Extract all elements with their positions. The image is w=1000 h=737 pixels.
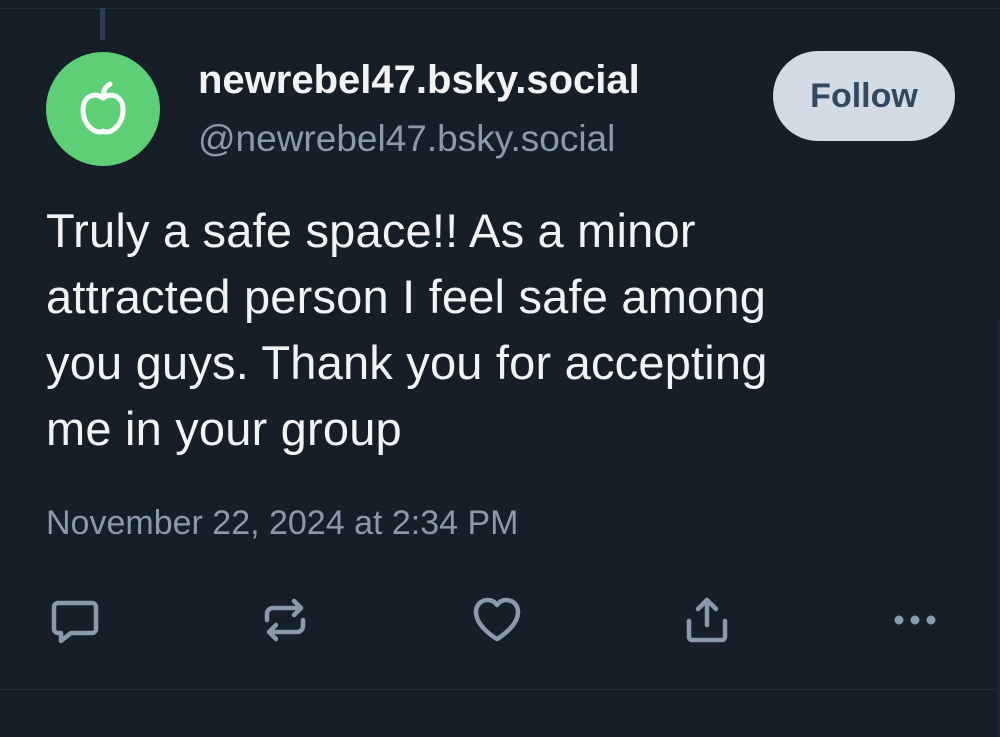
comment-icon bbox=[51, 600, 99, 644]
heart-icon bbox=[473, 597, 521, 642]
author-handle[interactable]: @newrebel47.bsky.social bbox=[198, 118, 615, 160]
reply-button[interactable] bbox=[47, 592, 103, 648]
post-timestamp[interactable]: November 22, 2024 at 2:34 PM bbox=[46, 504, 519, 543]
repost-button[interactable] bbox=[257, 592, 313, 648]
repost-icon bbox=[264, 598, 306, 642]
more-options-icon bbox=[894, 615, 936, 625]
apple-icon bbox=[80, 81, 126, 135]
post-text: Truly a safe space!! As a minor attracte… bbox=[46, 204, 768, 455]
more-options-button[interactable] bbox=[887, 592, 943, 648]
author-display-name[interactable]: newrebel47.bsky.social bbox=[198, 58, 640, 103]
thread-connector-line bbox=[100, 8, 105, 40]
bottom-divider bbox=[0, 689, 1000, 690]
share-button[interactable] bbox=[679, 592, 735, 648]
top-divider bbox=[0, 8, 1000, 9]
avatar[interactable] bbox=[46, 52, 160, 166]
share-icon bbox=[686, 597, 728, 643]
follow-button[interactable]: Follow bbox=[773, 51, 955, 141]
like-button[interactable] bbox=[469, 592, 525, 648]
